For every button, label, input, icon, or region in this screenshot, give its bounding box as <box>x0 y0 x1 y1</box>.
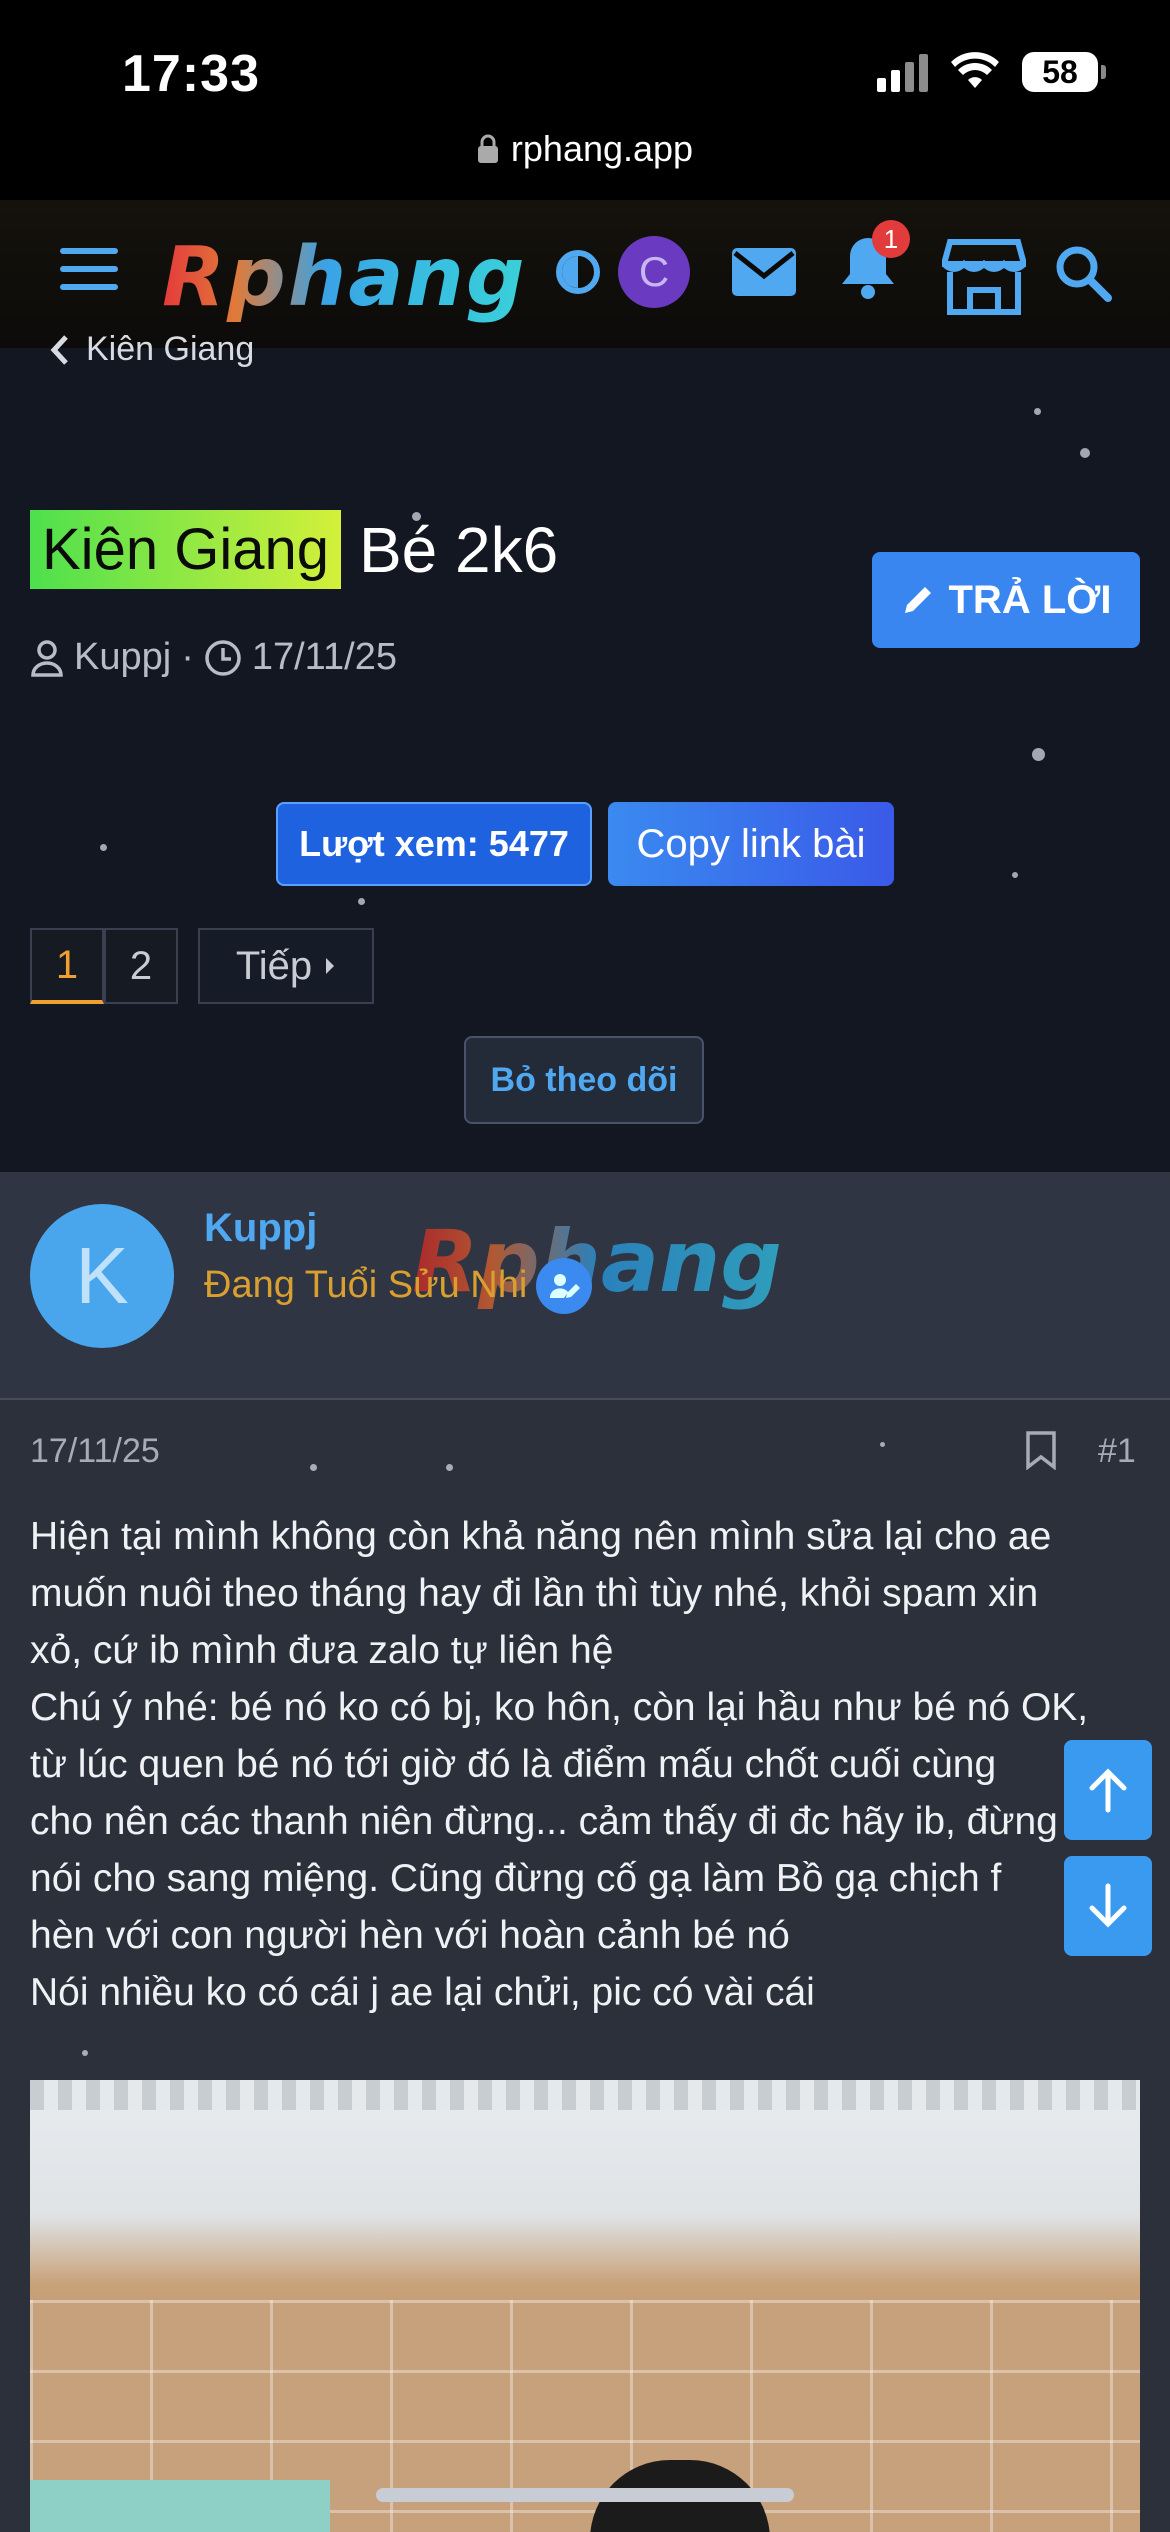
site-logo[interactable]: Rphang <box>162 230 527 325</box>
copy-link-button[interactable]: Copy link bài <box>608 802 894 886</box>
post-line: hèn với con người hèn với hoàn cảnh bé n… <box>30 1914 790 1957</box>
post-avatar[interactable]: K <box>30 1204 174 1348</box>
post-line: muốn nuôi theo tháng hay đi lần thì tùy … <box>30 1572 1039 1615</box>
user-avatar[interactable]: C <box>618 236 690 308</box>
scroll-up-button[interactable] <box>1064 1740 1152 1840</box>
post-content: Hiện tại mình không còn khả năng nên mìn… <box>30 1508 1140 2021</box>
unfollow-button[interactable]: Bỏ theo dõi <box>464 1036 704 1124</box>
wifi-icon <box>951 52 999 88</box>
page: 17:33 58 rphang.app Rphang C 1 Kiên Gian… <box>0 0 1170 2532</box>
post-username[interactable]: Kuppj <box>204 1206 317 1251</box>
pagination: 1 2 Tiếp <box>30 928 374 1004</box>
reply-button-label: TRẢ LỜI <box>948 577 1112 622</box>
post-line: Nói nhiều ko có cái j ae lại chửi, pic c… <box>30 1971 815 2014</box>
battery-icon: 58 <box>1022 52 1106 92</box>
thread-author[interactable]: Kuppj <box>74 636 171 679</box>
post-number[interactable]: #1 <box>1098 1432 1136 1471</box>
reply-button[interactable]: TRẢ LỜI <box>872 552 1140 648</box>
scroll-down-button[interactable] <box>1064 1856 1152 1956</box>
user-icon <box>31 639 63 677</box>
home-indicator[interactable] <box>376 2488 794 2502</box>
store-icon[interactable] <box>942 236 1026 316</box>
post-line: Hiện tại mình không còn khả năng nên mìn… <box>30 1515 1052 1558</box>
post-line: xỏ, cứ ib mình đưa zalo tự liên hệ <box>30 1629 614 1672</box>
notification-badge: 1 <box>872 220 910 258</box>
post-line: cho nên các thanh niên đừng... cảm thấy … <box>30 1800 1058 1843</box>
post-line: Chú ý nhé: bé nó ko có bj, ko hôn, còn l… <box>30 1686 1089 1729</box>
views-count-button[interactable]: Lượt xem: 5477 <box>276 802 592 886</box>
post-line: từ lúc quen bé nó tới giờ đó là điểm mấu… <box>30 1743 997 1786</box>
lock-icon <box>477 134 498 163</box>
post-line: nói cho sang miệng. Cũng đừng cố gạ làm … <box>30 1857 1002 1900</box>
url-bar[interactable]: rphang.app <box>0 128 1170 170</box>
post-date[interactable]: 17/11/25 <box>30 1432 160 1471</box>
post-user-rank: Đang Tuổi Sửu Nhi <box>204 1264 528 1306</box>
cellular-signal-icon <box>877 52 928 92</box>
menu-icon[interactable] <box>60 248 118 296</box>
thread-meta: Kuppj · 17/11/25 <box>30 636 397 679</box>
arrow-down-icon <box>1089 1883 1127 1928</box>
clock-icon <box>205 639 241 676</box>
meta-separator: · <box>181 636 194 678</box>
thread-title-text: Bé 2k6 <box>358 513 559 586</box>
page-2-button[interactable]: 2 <box>104 928 178 1004</box>
bookmark-icon[interactable] <box>1024 1430 1058 1470</box>
pencil-icon <box>904 587 931 613</box>
status-bar: 17:33 58 rphang.app <box>0 0 1170 200</box>
chevron-left-icon <box>50 334 68 365</box>
post-image[interactable] <box>30 2080 1140 2532</box>
thread-title: Kiên Giang Bé 2k6 <box>30 510 558 589</box>
user-edit-icon <box>536 1258 592 1314</box>
page-1-button[interactable]: 1 <box>30 928 104 1004</box>
thread-prefix-label[interactable]: Kiên Giang <box>30 510 341 589</box>
breadcrumb[interactable]: Kiên Giang <box>48 330 254 369</box>
arrow-up-icon <box>1089 1768 1127 1813</box>
theme-toggle-icon[interactable] <box>556 250 600 294</box>
url-text: rphang.app <box>510 128 694 169</box>
mail-icon[interactable] <box>732 248 796 296</box>
thread-date[interactable]: 17/11/25 <box>252 636 397 679</box>
status-icons: 58 <box>877 52 1106 92</box>
next-page-label: Tiếp <box>235 943 313 988</box>
next-page-button[interactable]: Tiếp <box>198 928 374 1004</box>
caret-right-icon <box>326 958 335 974</box>
site-header: Rphang C <box>0 200 1170 348</box>
status-time: 17:33 <box>122 45 260 103</box>
breadcrumb-label: Kiên Giang <box>86 330 255 368</box>
search-icon[interactable] <box>1054 244 1112 302</box>
post-user-header: K Rphang Kuppj Đang Tuổi Sửu Nhi <box>0 1172 1170 1400</box>
